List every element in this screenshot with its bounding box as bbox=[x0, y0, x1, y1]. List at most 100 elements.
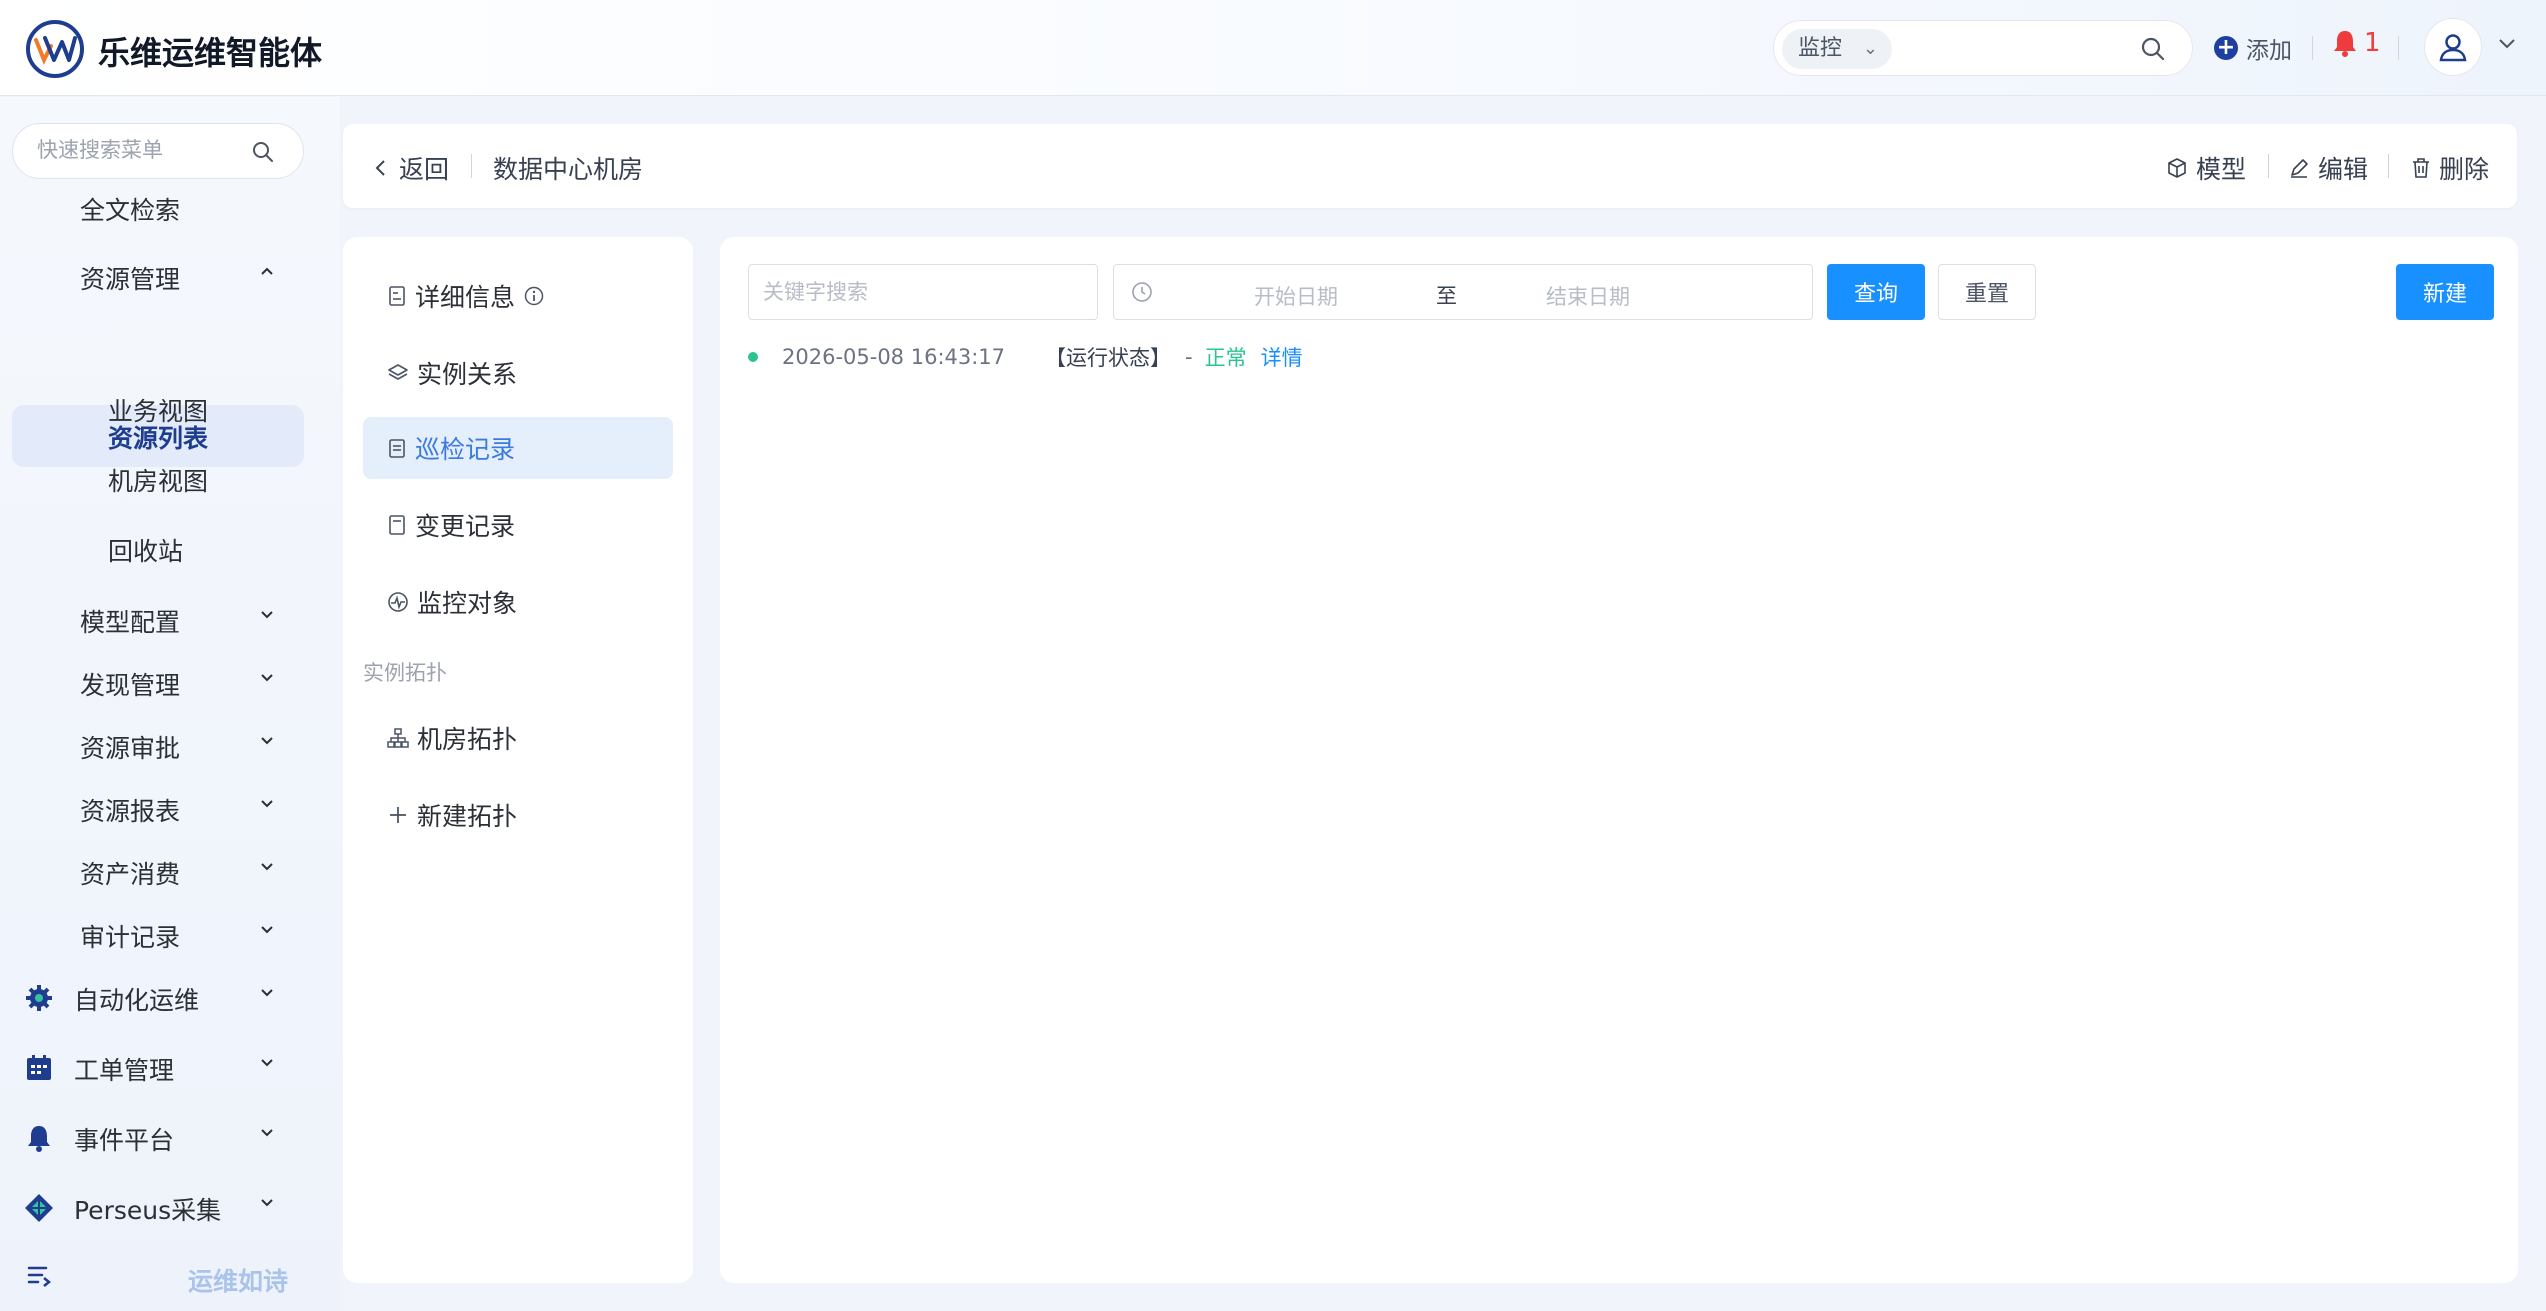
clock-icon bbox=[1132, 282, 1152, 302]
back-label: 返回 bbox=[399, 155, 450, 184]
header-divider bbox=[2398, 36, 2399, 60]
sidebar-item-audit[interactable]: 审计记录 bbox=[80, 918, 180, 954]
status-badge: 正常 bbox=[1204, 346, 1247, 370]
tab-label: 实例关系 bbox=[417, 360, 518, 389]
search-icon[interactable] bbox=[251, 140, 275, 164]
chevron-down-icon[interactable] bbox=[258, 1123, 276, 1141]
sidebar-item-reports[interactable]: 资源报表 bbox=[80, 792, 180, 828]
chevron-down-icon: ⌄ bbox=[1862, 38, 1878, 59]
logo-mark-icon bbox=[34, 36, 77, 65]
chevron-down-icon[interactable] bbox=[2496, 32, 2518, 54]
add-label: 添加 bbox=[2246, 38, 2292, 64]
chevron-down-icon[interactable] bbox=[258, 1193, 276, 1211]
diamond-grid-icon bbox=[25, 1194, 53, 1222]
keyword-search-input[interactable] bbox=[748, 264, 1098, 320]
tab-monitor-object[interactable]: 监控对象 bbox=[363, 571, 673, 633]
tab-detail-info[interactable]: 详细信息 bbox=[363, 265, 673, 327]
chevron-up-icon[interactable] bbox=[258, 263, 276, 281]
model-button[interactable]: 模型 bbox=[2166, 150, 2246, 186]
action-divider bbox=[2268, 154, 2269, 178]
sidebar-item-discovery[interactable]: 发现管理 bbox=[80, 666, 180, 702]
delete-label: 删除 bbox=[2439, 155, 2490, 184]
page-title: 数据中心机房 bbox=[493, 155, 644, 184]
edit-label: 编辑 bbox=[2318, 155, 2369, 184]
start-date-field[interactable]: 开始日期 bbox=[1254, 281, 1338, 311]
search-scope-label: 监控 bbox=[1798, 36, 1843, 61]
info-icon[interactable] bbox=[523, 285, 545, 307]
app-logo[interactable] bbox=[26, 20, 84, 78]
alarm-count: 1 bbox=[2364, 28, 2381, 58]
edit-button[interactable]: 编辑 bbox=[2288, 150, 2368, 186]
delete-button[interactable]: 删除 bbox=[2411, 150, 2489, 186]
sidebar-section-perseus[interactable]: Perseus采集 bbox=[74, 1191, 221, 1227]
sidebar-section-event[interactable]: 事件平台 bbox=[74, 1121, 174, 1157]
sidebar-item-model-config[interactable]: 模型配置 bbox=[80, 603, 180, 639]
search-scope-select[interactable]: 监控 ⌄ bbox=[1782, 29, 1892, 69]
pulse-icon bbox=[388, 592, 408, 612]
chevron-down-icon[interactable] bbox=[258, 1053, 276, 1071]
tab-inspection-record[interactable]: 巡检记录 bbox=[363, 417, 673, 479]
list-item: 2026-05-08 16:43:17 【运行状态】 - 正常 详情 bbox=[748, 337, 1303, 377]
breadcrumb-divider bbox=[471, 154, 472, 178]
query-button[interactable]: 查询 bbox=[1827, 264, 1925, 320]
chevron-down-icon[interactable] bbox=[258, 668, 276, 686]
doc-icon bbox=[389, 286, 405, 306]
collapse-menu-icon[interactable] bbox=[26, 1262, 52, 1288]
topology-icon bbox=[387, 728, 409, 748]
chevron-left-icon bbox=[375, 160, 385, 176]
tab-label: 机房拓扑 bbox=[417, 725, 518, 754]
search-icon[interactable] bbox=[2140, 36, 2166, 62]
menu-search-input[interactable] bbox=[37, 138, 237, 162]
tab-label: 巡检记录 bbox=[415, 435, 516, 464]
trash-icon bbox=[2413, 158, 2429, 178]
date-range-picker[interactable]: 开始日期 至 结束日期 bbox=[1113, 264, 1813, 320]
record-tag: 【运行状态】 bbox=[1045, 346, 1172, 370]
end-date-field[interactable]: 结束日期 bbox=[1546, 281, 1630, 311]
create-button[interactable]: 新建 bbox=[2396, 264, 2494, 320]
chevron-down-icon[interactable] bbox=[258, 731, 276, 749]
back-button[interactable]: 返回 bbox=[373, 150, 449, 186]
sidebar-section-workorder[interactable]: 工单管理 bbox=[74, 1051, 174, 1087]
tab-label: 新建拓扑 bbox=[417, 802, 518, 831]
sidebar-item-fulltext[interactable]: 全文检索 bbox=[80, 191, 180, 227]
detail-nav: 详细信息 实例关系 巡检记录 变更记录 监控对象 实例拓扑 机房拓扑 新建拓扑 bbox=[343, 237, 693, 1283]
add-button[interactable]: + 添加 bbox=[2214, 30, 2292, 66]
sidebar-slogan: 运维如诗 bbox=[188, 1267, 289, 1296]
tab-label: 监控对象 bbox=[417, 589, 518, 618]
pen-icon bbox=[2291, 159, 2308, 178]
sidebar-item-approval[interactable]: 资源审批 bbox=[80, 729, 180, 765]
chevron-down-icon[interactable] bbox=[258, 605, 276, 623]
global-search[interactable]: 监控 ⌄ bbox=[1773, 20, 2193, 76]
tab-instance-relation[interactable]: 实例关系 bbox=[363, 342, 673, 404]
date-range-separator: 至 bbox=[1436, 284, 1457, 308]
chevron-down-icon[interactable] bbox=[258, 857, 276, 875]
calendar-icon bbox=[27, 1055, 51, 1080]
alarm-button[interactable]: 1 bbox=[2332, 28, 2381, 58]
record-separator: - bbox=[1185, 345, 1193, 369]
detail-link[interactable]: 详情 bbox=[1261, 342, 1303, 372]
tab-room-topology[interactable]: 机房拓扑 bbox=[363, 707, 673, 769]
tab-label: 变更记录 bbox=[415, 512, 516, 541]
sidebar-item-asset-consume[interactable]: 资产消费 bbox=[80, 855, 180, 891]
tab-change-record[interactable]: 变更记录 bbox=[363, 494, 673, 556]
clipboard-icon bbox=[389, 439, 405, 458]
record-time: 2026-05-08 16:43:17 bbox=[782, 345, 1006, 369]
new-topology-button[interactable]: 新建拓扑 bbox=[363, 784, 673, 846]
layers-icon bbox=[388, 364, 408, 380]
sidebar-item-recycle-bin[interactable]: 回收站 bbox=[108, 532, 183, 568]
sidebar-item-business-view[interactable]: 业务视图 bbox=[108, 392, 208, 428]
sidebar-item-resource-mgmt[interactable]: 资源管理 bbox=[80, 260, 180, 296]
group-label-topology: 实例拓扑 bbox=[363, 661, 447, 685]
gear-robot-icon bbox=[26, 985, 52, 1011]
sidebar-item-room-view[interactable]: 机房视图 bbox=[108, 462, 208, 498]
app-title: 乐维运维智能体 bbox=[98, 34, 323, 72]
user-avatar[interactable] bbox=[2424, 18, 2482, 76]
file-icon bbox=[389, 515, 405, 535]
chevron-down-icon[interactable] bbox=[258, 794, 276, 812]
sidebar-section-automation[interactable]: 自动化运维 bbox=[74, 981, 199, 1017]
menu-search[interactable] bbox=[12, 123, 304, 179]
chevron-down-icon[interactable] bbox=[258, 983, 276, 1001]
reset-button[interactable]: 重置 bbox=[1938, 264, 2036, 320]
chevron-down-icon[interactable] bbox=[258, 920, 276, 938]
tab-label: 详细信息 bbox=[415, 283, 516, 312]
